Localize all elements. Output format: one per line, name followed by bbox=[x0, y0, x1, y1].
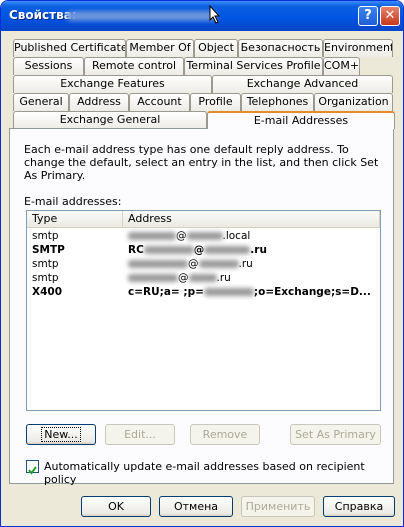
address-prefix: c=RU;a= ;p= bbox=[128, 286, 204, 298]
list-item[interactable]: smtp @ .ru bbox=[27, 271, 380, 285]
column-type[interactable]: Type bbox=[27, 211, 123, 227]
address-at: @ bbox=[178, 272, 189, 284]
address-suffix: .local bbox=[222, 230, 251, 242]
tab-general[interactable]: General bbox=[13, 93, 69, 111]
address-at: @ bbox=[176, 230, 187, 242]
address-at: @ bbox=[188, 258, 199, 270]
address-type: X400 bbox=[32, 286, 63, 298]
redacted-text bbox=[143, 246, 194, 254]
remove-button[interactable]: Remove bbox=[190, 424, 260, 445]
properties-dialog: Свойства: ? ✕ Published Certificates Memb… bbox=[0, 0, 404, 527]
help-icon[interactable]: ? bbox=[358, 6, 378, 26]
list-item[interactable]: X400 c=RU;a= ;p= ;o=Exchange;s=D... bbox=[27, 285, 380, 299]
redacted-text bbox=[188, 274, 217, 282]
tab-com-[interactable]: COM+ bbox=[323, 57, 360, 75]
tab-object[interactable]: Object bbox=[194, 39, 238, 57]
new-button[interactable]: New... bbox=[26, 424, 96, 445]
email-address-list[interactable]: Type Address smtp @ .local SMTP RC @ .ru smtp @.… bbox=[26, 210, 381, 411]
email-addresses-panel: Each e-mail address type has one default… bbox=[9, 128, 394, 486]
address-type: SMTP bbox=[32, 244, 65, 256]
column-address[interactable]: Address bbox=[123, 211, 380, 227]
address-value: @ .ru bbox=[128, 271, 231, 285]
tab-published-certificates[interactable]: Published Certificates bbox=[13, 39, 126, 57]
redacted-text bbox=[204, 246, 251, 254]
redacted-text bbox=[203, 288, 254, 296]
auto-update-checkbox[interactable] bbox=[26, 460, 39, 475]
tab-exchange-general[interactable]: Exchange General bbox=[13, 111, 207, 129]
tab-exchange-advanced[interactable]: Exchange Advanced bbox=[212, 75, 393, 93]
auto-update-label[interactable]: Automatically update e-mail addresses ba… bbox=[44, 460, 393, 486]
list-header: Type Address bbox=[27, 211, 380, 228]
tab-безопасность[interactable]: Безопасность bbox=[238, 39, 323, 57]
checkmark-icon bbox=[28, 466, 37, 475]
tab-profile[interactable]: Profile bbox=[190, 93, 241, 111]
edit-button[interactable]: Edit... bbox=[105, 424, 175, 445]
panel-description: Each e-mail address type has one default… bbox=[24, 143, 379, 182]
title-bar[interactable]: Свойства: ? ✕ bbox=[1, 1, 403, 31]
address-suffix: ;o=Exchange;s=D... bbox=[253, 286, 371, 298]
tab-member-of[interactable]: Member Of bbox=[126, 39, 194, 57]
address-type: smtp bbox=[32, 230, 59, 242]
tab-telephones[interactable]: Telephones bbox=[241, 93, 314, 111]
address-value: @ .local bbox=[128, 229, 250, 243]
tab-remote-control[interactable]: Remote control bbox=[84, 57, 184, 75]
list-item[interactable]: SMTP RC @ .ru bbox=[27, 243, 380, 257]
tab-account[interactable]: Account bbox=[129, 93, 190, 111]
set-as-primary-button[interactable]: Set As Primary bbox=[290, 424, 381, 445]
redacted-text bbox=[128, 274, 178, 282]
address-type: smtp bbox=[32, 272, 59, 284]
tab-e-mail-addresses[interactable]: E-mail Addresses bbox=[207, 111, 395, 129]
address-value: @ .ru bbox=[128, 257, 253, 271]
address-suffix: .ru bbox=[238, 258, 253, 270]
list-item[interactable]: smtp @ .local bbox=[27, 229, 380, 243]
cancel-button[interactable]: Отмена bbox=[159, 496, 233, 517]
redacted-title-name bbox=[67, 11, 217, 21]
email-list-label: E-mail addresses: bbox=[24, 195, 122, 208]
address-suffix: .ru bbox=[250, 244, 267, 256]
tab-terminal-services-profile[interactable]: Terminal Services Profile bbox=[184, 57, 323, 75]
redacted-text bbox=[128, 232, 176, 240]
mouse-cursor-icon bbox=[209, 5, 221, 24]
list-item[interactable]: smtp @ .ru bbox=[27, 257, 380, 271]
tab-exchange-features[interactable]: Exchange Features bbox=[13, 75, 212, 93]
tab-environment[interactable]: Environment bbox=[323, 39, 393, 57]
address-type: smtp bbox=[32, 258, 59, 270]
close-icon[interactable]: ✕ bbox=[380, 6, 400, 26]
address-suffix: .ru bbox=[216, 272, 231, 284]
redacted-text bbox=[186, 232, 223, 240]
address-at: @ bbox=[193, 244, 205, 256]
apply-button[interactable]: Применить bbox=[241, 496, 315, 517]
address-prefix: RC bbox=[128, 244, 144, 256]
tab-sessions[interactable]: Sessions bbox=[13, 57, 84, 75]
redacted-text bbox=[128, 260, 188, 268]
ok-button[interactable]: OK bbox=[81, 496, 151, 517]
redacted-text bbox=[198, 260, 239, 268]
tab-address[interactable]: Address bbox=[69, 93, 129, 111]
help-button[interactable]: Справка bbox=[323, 496, 395, 517]
address-value: c=RU;a= ;p= ;o=Exchange;s=D... bbox=[128, 285, 371, 299]
address-value: RC @ .ru bbox=[128, 243, 267, 257]
tab-organization[interactable]: Organization bbox=[314, 93, 393, 111]
